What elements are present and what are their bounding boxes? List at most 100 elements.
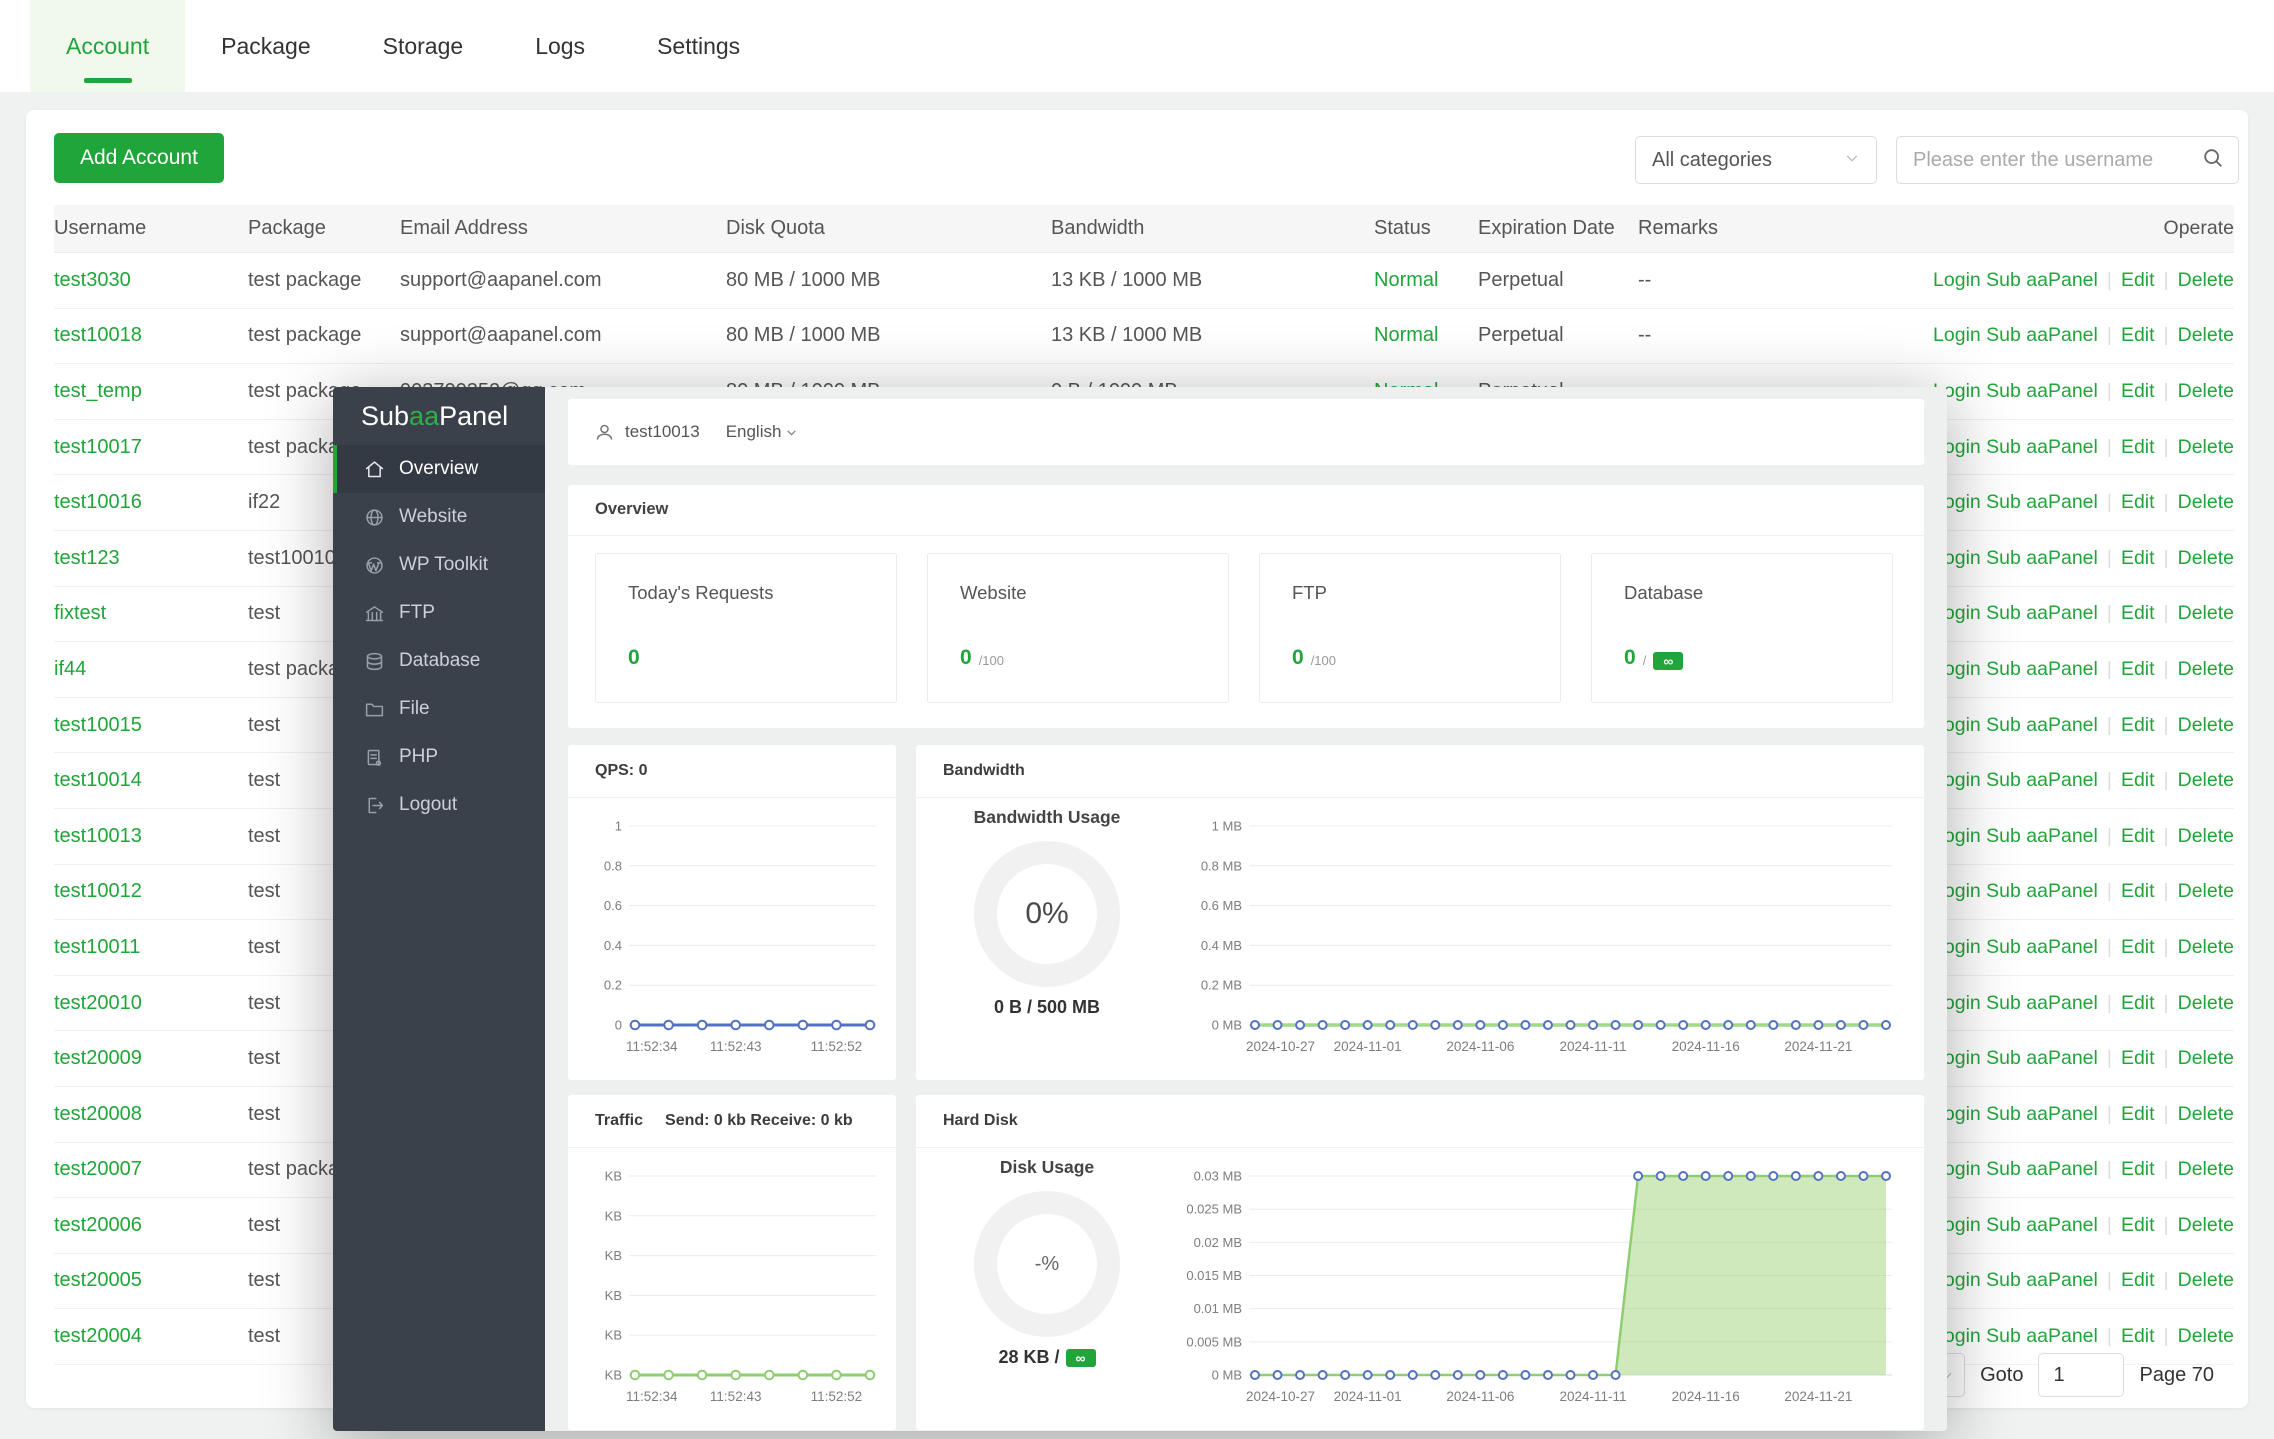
tab-storage[interactable]: Storage xyxy=(347,0,500,92)
edit-link[interactable]: Edit xyxy=(2121,1103,2155,1125)
login-sub-aapanel-link[interactable]: Login Sub aaPanel xyxy=(1933,269,2098,291)
login-sub-aapanel-link[interactable]: Login Sub aaPanel xyxy=(1933,1103,2098,1125)
edit-link[interactable]: Edit xyxy=(2121,1158,2155,1180)
username-link[interactable]: test10017 xyxy=(54,436,142,458)
login-sub-aapanel-link[interactable]: Login Sub aaPanel xyxy=(1933,602,2098,624)
edit-link[interactable]: Edit xyxy=(2121,658,2155,680)
delete-link[interactable]: Delete xyxy=(2178,1325,2234,1347)
edit-link[interactable]: Edit xyxy=(2121,324,2155,346)
login-sub-aapanel-link[interactable]: Login Sub aaPanel xyxy=(1933,324,2098,346)
delete-link[interactable]: Delete xyxy=(2178,1158,2234,1180)
username-link[interactable]: test20009 xyxy=(54,1047,142,1069)
edit-link[interactable]: Edit xyxy=(2121,936,2155,958)
sidebar-item-website[interactable]: Website xyxy=(333,493,545,541)
login-sub-aapanel-link[interactable]: Login Sub aaPanel xyxy=(1933,1214,2098,1236)
sidebar-item-overview[interactable]: Overview xyxy=(333,445,545,493)
username-link[interactable]: test10016 xyxy=(54,491,142,513)
sidebar-item-logout[interactable]: Logout xyxy=(333,781,545,829)
login-sub-aapanel-link[interactable]: Login Sub aaPanel xyxy=(1933,1269,2098,1291)
delete-link[interactable]: Delete xyxy=(2178,1047,2234,1069)
category-filter-select[interactable]: All categories xyxy=(1635,136,1877,184)
login-sub-aapanel-link[interactable]: Login Sub aaPanel xyxy=(1933,1158,2098,1180)
login-sub-aapanel-link[interactable]: Login Sub aaPanel xyxy=(1933,436,2098,458)
goto-page-input[interactable] xyxy=(2038,1353,2124,1397)
edit-link[interactable]: Edit xyxy=(2121,1269,2155,1291)
edit-link[interactable]: Edit xyxy=(2121,1325,2155,1347)
tab-logs[interactable]: Logs xyxy=(499,0,621,92)
username-link[interactable]: test20004 xyxy=(54,1325,142,1347)
tab-account[interactable]: Account xyxy=(30,0,185,92)
edit-link[interactable]: Edit xyxy=(2121,547,2155,569)
username-link[interactable]: if44 xyxy=(54,658,86,680)
username-link[interactable]: test20008 xyxy=(54,1103,142,1125)
delete-link[interactable]: Delete xyxy=(2178,992,2234,1014)
delete-link[interactable]: Delete xyxy=(2178,1103,2234,1125)
delete-link[interactable]: Delete xyxy=(2178,1214,2234,1236)
username-link[interactable]: test10013 xyxy=(54,825,142,847)
login-sub-aapanel-link[interactable]: Login Sub aaPanel xyxy=(1933,714,2098,736)
username-link[interactable]: test3030 xyxy=(54,269,131,291)
username-search-input[interactable] xyxy=(1911,148,2202,173)
svg-text:11:52:52: 11:52:52 xyxy=(811,1389,863,1404)
delete-link[interactable]: Delete xyxy=(2178,769,2234,791)
login-sub-aapanel-link[interactable]: Login Sub aaPanel xyxy=(1933,1047,2098,1069)
edit-link[interactable]: Edit xyxy=(2121,769,2155,791)
username-link[interactable]: test10011 xyxy=(54,936,140,958)
username-link[interactable]: test123 xyxy=(54,547,120,569)
edit-link[interactable]: Edit xyxy=(2121,269,2155,291)
delete-link[interactable]: Delete xyxy=(2178,324,2234,346)
delete-link[interactable]: Delete xyxy=(2178,1269,2234,1291)
delete-link[interactable]: Delete xyxy=(2178,936,2234,958)
edit-link[interactable]: Edit xyxy=(2121,1214,2155,1236)
sidebar-item-wp-toolkit[interactable]: WP Toolkit xyxy=(333,541,545,589)
username-link[interactable]: test_temp xyxy=(54,380,142,402)
delete-link[interactable]: Delete xyxy=(2178,825,2234,847)
username-link[interactable]: test20007 xyxy=(54,1158,142,1180)
login-sub-aapanel-link[interactable]: Login Sub aaPanel xyxy=(1933,547,2098,569)
sidebar-item-php[interactable]: PHP xyxy=(333,733,545,781)
username-link[interactable]: test20010 xyxy=(54,992,142,1014)
delete-link[interactable]: Delete xyxy=(2178,880,2234,902)
delete-link[interactable]: Delete xyxy=(2178,547,2234,569)
edit-link[interactable]: Edit xyxy=(2121,380,2155,402)
delete-link[interactable]: Delete xyxy=(2178,380,2234,402)
username-link[interactable]: test10014 xyxy=(54,769,142,791)
delete-link[interactable]: Delete xyxy=(2178,491,2234,513)
delete-link[interactable]: Delete xyxy=(2178,269,2234,291)
edit-link[interactable]: Edit xyxy=(2121,825,2155,847)
edit-link[interactable]: Edit xyxy=(2121,491,2155,513)
language-select[interactable]: English xyxy=(726,422,799,442)
add-account-button[interactable]: Add Account xyxy=(54,133,224,183)
username-link[interactable]: test10015 xyxy=(54,714,142,736)
edit-link[interactable]: Edit xyxy=(2121,992,2155,1014)
login-sub-aapanel-link[interactable]: Login Sub aaPanel xyxy=(1933,1325,2098,1347)
tab-settings[interactable]: Settings xyxy=(621,0,776,92)
login-sub-aapanel-link[interactable]: Login Sub aaPanel xyxy=(1933,880,2098,902)
search-icon[interactable] xyxy=(2202,147,2224,174)
login-sub-aapanel-link[interactable]: Login Sub aaPanel xyxy=(1933,491,2098,513)
login-sub-aapanel-link[interactable]: Login Sub aaPanel xyxy=(1933,380,2098,402)
edit-link[interactable]: Edit xyxy=(2121,880,2155,902)
login-sub-aapanel-link[interactable]: Login Sub aaPanel xyxy=(1933,769,2098,791)
sidebar-item-file[interactable]: File xyxy=(333,685,545,733)
edit-link[interactable]: Edit xyxy=(2121,602,2155,624)
username-link[interactable]: test10012 xyxy=(54,880,142,902)
delete-link[interactable]: Delete xyxy=(2178,658,2234,680)
login-sub-aapanel-link[interactable]: Login Sub aaPanel xyxy=(1933,658,2098,680)
username-link[interactable]: test10018 xyxy=(54,324,142,346)
username-link[interactable]: test20005 xyxy=(54,1269,142,1291)
sidebar-item-ftp[interactable]: FTP xyxy=(333,589,545,637)
username-link[interactable]: fixtest xyxy=(54,602,106,624)
delete-link[interactable]: Delete xyxy=(2178,714,2234,736)
delete-link[interactable]: Delete xyxy=(2178,436,2234,458)
edit-link[interactable]: Edit xyxy=(2121,436,2155,458)
sidebar-item-database[interactable]: Database xyxy=(333,637,545,685)
tab-package[interactable]: Package xyxy=(185,0,347,92)
edit-link[interactable]: Edit xyxy=(2121,714,2155,736)
delete-link[interactable]: Delete xyxy=(2178,602,2234,624)
login-sub-aapanel-link[interactable]: Login Sub aaPanel xyxy=(1933,936,2098,958)
username-link[interactable]: test20006 xyxy=(54,1214,142,1236)
login-sub-aapanel-link[interactable]: Login Sub aaPanel xyxy=(1933,825,2098,847)
edit-link[interactable]: Edit xyxy=(2121,1047,2155,1069)
login-sub-aapanel-link[interactable]: Login Sub aaPanel xyxy=(1933,992,2098,1014)
